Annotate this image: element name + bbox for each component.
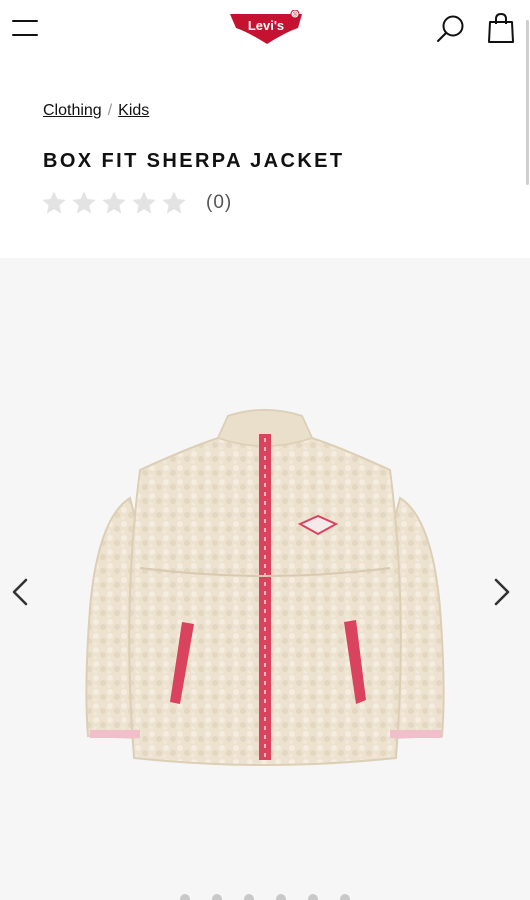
review-count[interactable]: (0) xyxy=(206,192,232,214)
pagination-dot[interactable] xyxy=(308,894,318,900)
star-icon xyxy=(132,191,156,214)
hamburger-menu-icon[interactable] xyxy=(12,18,40,38)
pagination-dot[interactable] xyxy=(244,894,254,900)
chevron-left-icon[interactable] xyxy=(6,572,36,612)
gallery-pagination xyxy=(180,894,350,900)
menu-bar xyxy=(12,20,38,22)
shopping-bag-icon[interactable] xyxy=(486,12,516,44)
search-icon[interactable] xyxy=(436,14,466,44)
logo-text: Levi's xyxy=(248,18,284,33)
star-icon xyxy=(162,191,186,214)
scrollbar[interactable] xyxy=(526,20,529,185)
pagination-dot[interactable] xyxy=(276,894,286,900)
star-icon xyxy=(42,191,66,214)
rating-stars xyxy=(40,189,190,217)
registered-mark: ® xyxy=(293,12,298,19)
product-rating[interactable]: (0) xyxy=(40,188,232,218)
breadcrumb-separator: / xyxy=(107,102,113,119)
levis-logo[interactable]: Levi's ® xyxy=(228,10,306,46)
breadcrumb-link-kids[interactable]: Kids xyxy=(118,102,149,119)
site-header: Levi's ® xyxy=(0,0,530,60)
pagination-dot[interactable] xyxy=(340,894,350,900)
pagination-dot[interactable] xyxy=(212,894,222,900)
star-icon xyxy=(102,191,126,214)
menu-bar xyxy=(12,34,38,36)
pagination-dot[interactable] xyxy=(180,894,190,900)
star-icon xyxy=(72,191,96,214)
product-image-gallery[interactable] xyxy=(0,258,530,900)
chevron-right-icon[interactable] xyxy=(486,572,516,612)
breadcrumb: Clothing / Kids xyxy=(43,102,149,120)
product-image[interactable] xyxy=(78,408,452,778)
product-title: BOX FIT SHERPA JACKET xyxy=(43,150,345,172)
breadcrumb-link-clothing[interactable]: Clothing xyxy=(43,102,102,119)
